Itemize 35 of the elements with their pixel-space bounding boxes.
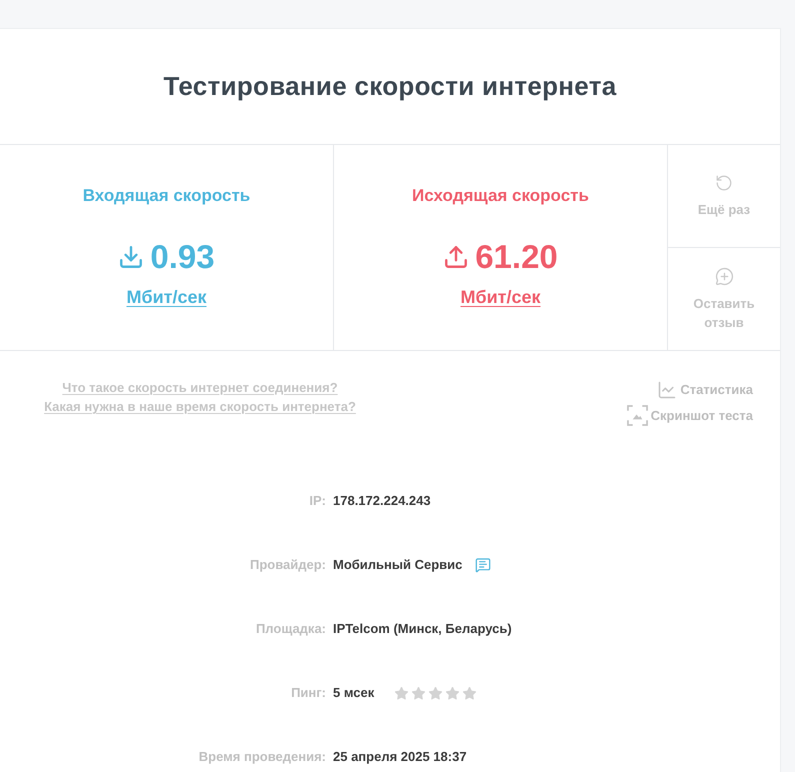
line-chart-icon [657,380,678,400]
detail-label: Площадка: [256,620,326,638]
download-icon [118,244,144,270]
star-icon [394,686,410,700]
message-icon[interactable] [475,557,492,573]
detail-value: 25 апреля 2025 18:37 [333,748,467,766]
speed-value: 61.20 [475,239,558,275]
scan-frame-icon [626,405,648,426]
unit-link[interactable]: Мбит/сек [126,286,207,308]
detail-value: Мобильный Сервис [333,556,462,574]
side-action-label: Оставить отзыв [692,294,756,332]
speed-value: 0.93 [150,239,215,275]
page-title: Тестирование скорости интернета [163,70,617,103]
star-icon [462,686,478,700]
help-link[interactable]: Что такое скорость интернет соединения? [62,379,338,397]
detail-value: IPTelcom (Минск, Беларусь) [333,620,512,638]
star-icon [428,686,444,700]
detail-label: IP: [309,492,326,510]
help-link[interactable]: Какая нужна в наше время скорость интернета? [44,398,356,416]
star-icon [411,686,426,700]
tool-link[interactable]: Статистика [657,379,753,400]
detail-label: Время проведения: [198,748,326,766]
detail-value: 5 мсек [333,684,374,702]
speed-label: Входящая скорость [82,185,250,207]
detail-label: Пинг: [291,684,326,702]
star-icon [445,686,460,700]
refresh-icon [715,174,733,192]
detail-label: Провайдер: [250,556,326,574]
unit-link[interactable]: Мбит/сек [460,286,541,308]
upload-icon [443,244,470,270]
speed-label: Исходящая скорость [412,185,589,207]
detail-value: 178.172.224.243 [333,492,431,510]
side-action-label: Ещё раз [696,200,752,218]
tool-link[interactable]: Скриншот теста [626,405,753,426]
comment-plus-icon [714,266,734,286]
